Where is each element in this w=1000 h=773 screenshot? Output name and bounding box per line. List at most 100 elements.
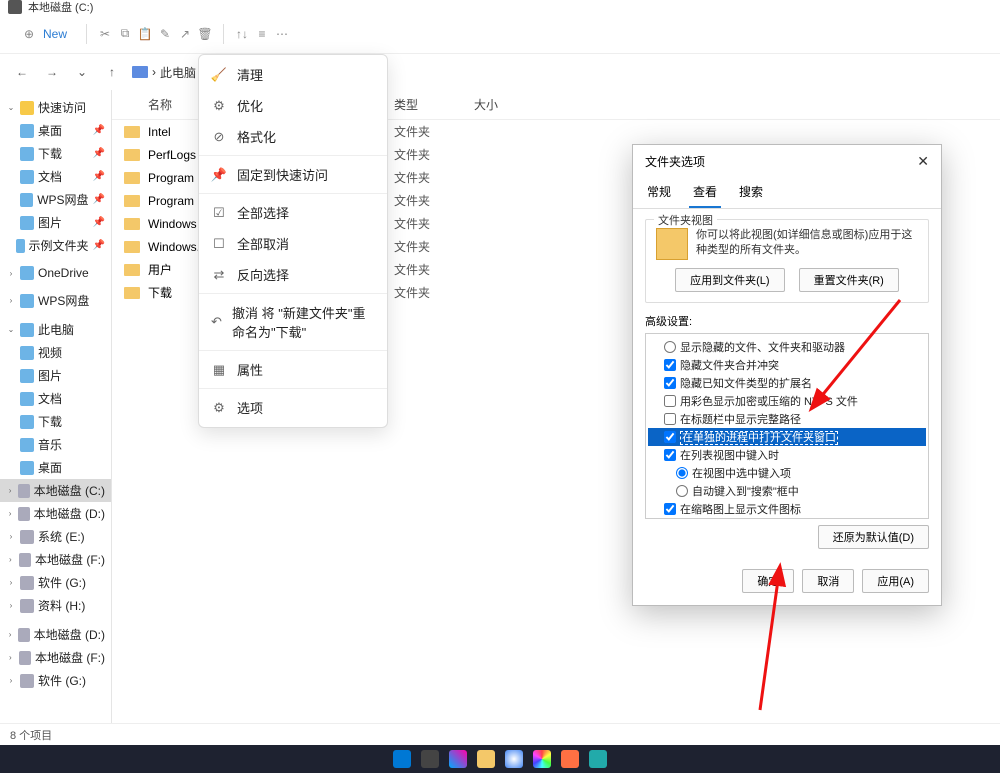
back-button[interactable]: ← bbox=[12, 62, 32, 82]
sidebar-item[interactable]: ›本地磁盘 (F:) bbox=[0, 646, 111, 669]
advanced-option[interactable]: 隐藏文件夹合并冲突 bbox=[648, 356, 926, 374]
start-button[interactable] bbox=[393, 750, 411, 768]
option-checkbox[interactable] bbox=[664, 377, 676, 389]
copy-icon[interactable]: ⧉ bbox=[117, 26, 133, 42]
rename-icon[interactable]: ✎ bbox=[157, 26, 173, 42]
option-checkbox[interactable] bbox=[664, 413, 676, 425]
sidebar-group[interactable]: ›WPS网盘 bbox=[0, 289, 111, 312]
explorer-icon[interactable] bbox=[477, 750, 495, 768]
sidebar-item[interactable]: ›软件 (G:) bbox=[0, 571, 111, 594]
sort-icon[interactable]: ↑↓ bbox=[234, 26, 250, 42]
more-icon[interactable]: ⋯ bbox=[274, 26, 290, 42]
sidebar-item[interactable]: 音乐 bbox=[0, 433, 111, 456]
advanced-settings-list[interactable]: 显示隐藏的文件、文件夹和驱动器隐藏文件夹合并冲突隐藏已知文件类型的扩展名用彩色显… bbox=[645, 333, 929, 519]
up-button[interactable]: ↑ bbox=[102, 62, 122, 82]
chrome-icon[interactable] bbox=[505, 750, 523, 768]
menu-item[interactable]: ☑全部选择 bbox=[199, 197, 387, 228]
apply-to-folders-button[interactable]: 应用到文件夹(L) bbox=[675, 268, 784, 292]
menu-icon: ▦ bbox=[211, 362, 227, 378]
cut-icon[interactable]: ✂ bbox=[97, 26, 113, 42]
sidebar-item[interactable]: 图片📌 bbox=[0, 211, 111, 234]
menu-item[interactable]: 🧹清理 bbox=[199, 59, 387, 90]
sidebar-item[interactable]: 下载📌 bbox=[0, 142, 111, 165]
sidebar-group[interactable]: ⌄此电脑 bbox=[0, 318, 111, 341]
sidebar-item[interactable]: 示例文件夹📌 bbox=[0, 234, 111, 257]
sidebar-item[interactable]: WPS网盘📌 bbox=[0, 188, 111, 211]
option-checkbox[interactable] bbox=[664, 431, 676, 443]
advanced-option[interactable]: 显示隐藏的文件、文件夹和驱动器 bbox=[648, 338, 926, 356]
search-icon[interactable] bbox=[421, 750, 439, 768]
menu-item[interactable]: 📌固定到快速访问 bbox=[199, 159, 387, 190]
advanced-option[interactable]: 自动键入到"搜索"框中 bbox=[648, 482, 926, 500]
advanced-option[interactable]: 隐藏已知文件类型的扩展名 bbox=[648, 374, 926, 392]
sidebar-item[interactable]: ›本地磁盘 (D:) bbox=[0, 502, 111, 525]
sidebar-item[interactable]: 桌面📌 bbox=[0, 119, 111, 142]
sidebar-item[interactable]: 文档 bbox=[0, 387, 111, 410]
menu-label: 属性 bbox=[237, 360, 263, 379]
sidebar-item[interactable]: ›本地磁盘 (C:) bbox=[0, 479, 111, 502]
advanced-option[interactable]: 在单独的进程中打开文件夹窗口 bbox=[648, 428, 926, 446]
tab-view[interactable]: 查看 bbox=[689, 178, 721, 208]
option-label: 在视图中选中键入项 bbox=[692, 465, 791, 481]
new-button[interactable]: ⊕ New bbox=[12, 21, 76, 47]
ok-button[interactable]: 确定 bbox=[742, 569, 794, 593]
share-icon[interactable]: ↗ bbox=[177, 26, 193, 42]
option-radio[interactable] bbox=[676, 467, 688, 479]
sidebar-item[interactable]: ›系统 (E:) bbox=[0, 525, 111, 548]
option-checkbox[interactable] bbox=[664, 359, 676, 371]
option-radio[interactable] bbox=[676, 485, 688, 497]
app-icon[interactable] bbox=[561, 750, 579, 768]
menu-item[interactable]: ▦ 属性 bbox=[199, 354, 387, 385]
menu-item[interactable]: ☐全部取消 bbox=[199, 228, 387, 259]
tab-search[interactable]: 搜索 bbox=[735, 178, 767, 208]
cancel-button[interactable]: 取消 bbox=[802, 569, 854, 593]
delete-icon[interactable]: 🗑 bbox=[197, 26, 213, 42]
new-label: New bbox=[43, 27, 67, 41]
sidebar-item[interactable]: ›本地磁盘 (F:) bbox=[0, 548, 111, 571]
tab-general[interactable]: 常规 bbox=[643, 178, 675, 208]
close-button[interactable]: ✕ bbox=[917, 153, 929, 170]
taskview-icon[interactable] bbox=[449, 750, 467, 768]
sidebar-item[interactable]: ›本地磁盘 (D:) bbox=[0, 623, 111, 646]
advanced-option[interactable]: 用彩色显示加密或压缩的 NTFS 文件 bbox=[648, 392, 926, 410]
sidebar-item[interactable]: 桌面 bbox=[0, 456, 111, 479]
sidebar-item[interactable]: 图片 bbox=[0, 364, 111, 387]
sidebar-item[interactable]: 文档📌 bbox=[0, 165, 111, 188]
advanced-option[interactable]: 在视图中选中键入项 bbox=[648, 464, 926, 482]
option-checkbox[interactable] bbox=[664, 503, 676, 515]
menu-item[interactable]: ↶撤消 将 "新建文件夹"重命名为"下载" bbox=[199, 297, 387, 347]
menu-item[interactable]: ⊘格式化 bbox=[199, 121, 387, 152]
sidebar-item[interactable]: 视频 bbox=[0, 341, 111, 364]
browser-icon[interactable] bbox=[533, 750, 551, 768]
advanced-option[interactable]: 在缩略图上显示文件图标 bbox=[648, 500, 926, 518]
menu-label: 优化 bbox=[237, 96, 263, 115]
sidebar-group[interactable]: ⌄快速访问 bbox=[0, 96, 111, 119]
option-checkbox[interactable] bbox=[664, 395, 676, 407]
option-radio[interactable] bbox=[664, 341, 676, 353]
recent-dropdown[interactable]: ⌄ bbox=[72, 62, 92, 82]
restore-defaults-button[interactable]: 还原为默认值(D) bbox=[818, 525, 929, 549]
menu-icon: ⇄ bbox=[211, 267, 227, 283]
reset-folders-button[interactable]: 重置文件夹(R) bbox=[799, 268, 899, 292]
menu-item[interactable]: ⚙优化 bbox=[199, 90, 387, 121]
app-icon-2[interactable] bbox=[589, 750, 607, 768]
apply-button[interactable]: 应用(A) bbox=[862, 569, 929, 593]
paste-icon[interactable]: 📋 bbox=[137, 26, 153, 42]
menu-icon: ☑ bbox=[211, 205, 227, 221]
advanced-option[interactable]: 在列表视图中键入时 bbox=[648, 446, 926, 464]
sidebar-item[interactable]: 下载 bbox=[0, 410, 111, 433]
forward-button[interactable]: → bbox=[42, 62, 62, 82]
menu-icon: ⊘ bbox=[211, 129, 227, 145]
menu-item[interactable]: ⇄反向选择 bbox=[199, 259, 387, 290]
folder-icon bbox=[124, 195, 140, 207]
col-size[interactable]: 大小 bbox=[474, 96, 534, 113]
col-type[interactable]: 类型 bbox=[394, 96, 474, 113]
option-checkbox[interactable] bbox=[664, 449, 676, 461]
view-icon[interactable]: ≡ bbox=[254, 26, 270, 42]
advanced-option[interactable]: 在标题栏中显示完整路径 bbox=[648, 410, 926, 428]
breadcrumb-pc[interactable]: 此电脑 bbox=[160, 64, 196, 81]
sidebar-group[interactable]: ›OneDrive bbox=[0, 263, 111, 283]
sidebar-item[interactable]: ›软件 (G:) bbox=[0, 669, 111, 692]
menu-item[interactable]: ⚙选项 bbox=[199, 392, 387, 423]
sidebar-item[interactable]: ›资料 (H:) bbox=[0, 594, 111, 617]
